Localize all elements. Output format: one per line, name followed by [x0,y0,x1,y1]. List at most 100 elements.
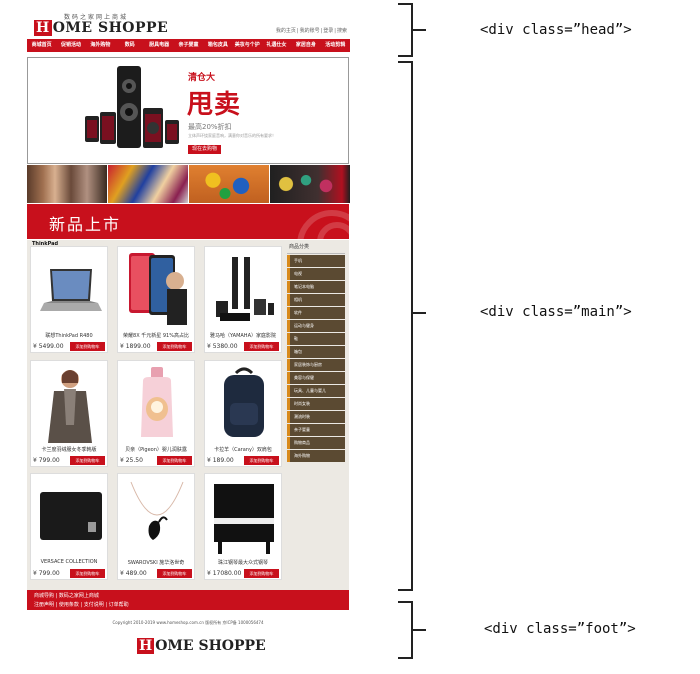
product-name[interactable]: 卡兰度羽绒服女冬季韩版 [31,446,107,453]
logo-text: OME SHOPPE [52,20,169,36]
logo-letter: H [137,638,155,654]
wallet-image [40,492,102,540]
nav-item[interactable]: 商城首页 [27,39,56,52]
copyright-text: Copyright 2010-2019 www.homeshop.com.cn … [112,620,264,625]
phone-image [129,253,187,325]
add-to-cart-button[interactable]: 添加到购物车 [244,569,279,578]
product-name[interactable]: 联想ThinkPad R480 [31,332,107,339]
category-item[interactable]: 手机 [287,255,345,267]
category-title: 商品分类 [287,242,345,254]
product-name[interactable]: 荣耀8X 千元新星 91%高占比 [118,332,194,339]
category-item[interactable]: 海外购物 [287,450,345,462]
nav-item[interactable]: 海外购物 [86,39,115,52]
product-card[interactable]: 贝亲（Pigeon）婴儿润肤露 ¥ 25.50 添加到购物车 [117,360,195,467]
site-page: 数码之家网上商城 H OME SHOPPE 我的主页|我的账号|登录|搜索 商城首… [27,8,350,593]
category-item[interactable]: 购物商品 [287,437,345,449]
nav-item[interactable]: 数码 [115,39,144,52]
nav-item[interactable]: 促销活动 [56,39,85,52]
nav-item[interactable]: 礼遇仕女 [262,39,291,52]
category-image-strip [27,165,350,203]
lotion-image [141,367,173,437]
promo-banner[interactable]: 清仓大 甩卖 最高20%折扣 立体声环绕家庭音响，满意你对音乐的所有要求！ 现在… [27,57,349,164]
footer-logo[interactable]: H OME SHOPPE [137,638,266,654]
foot-bracket [398,601,426,659]
nav-item[interactable]: 家居自身 [291,39,320,52]
backpack-image [224,367,264,437]
top-link[interactable]: 我的主页 [276,28,296,34]
nav-item[interactable]: 亲子婴童 [174,39,203,52]
nav-item[interactable]: 箱包皮具 [203,39,232,52]
category-item[interactable]: 箱包 [287,346,345,358]
clothing-image[interactable] [27,165,107,203]
product-name[interactable]: 雅马哈（YAMAHA）家庭影院 [205,332,281,339]
top-link[interactable]: 我的账号 [300,28,320,34]
add-to-cart-button[interactable]: 添加到购物车 [244,342,279,351]
nav-item[interactable]: 美妆与个护 [233,39,262,52]
shop-now-button[interactable]: 现在去购物 [188,145,221,154]
new-arrivals-title: 新品上市 [49,215,122,234]
add-to-cart-button[interactable]: 添加到购物车 [70,456,105,465]
laptop-image [40,269,102,311]
new-arrivals-banner: 新品上市 [27,204,349,239]
product-name[interactable]: 珠江钢琴最大众式钢琴 [205,559,281,566]
category-item[interactable]: 运动与健身 [287,320,345,332]
product-card[interactable]: VERSACE COLLECTION ¥ 799.00 添加到购物车 [30,473,108,580]
content-area: ThinkPad 联想ThinkPad R480 ¥ 5499.00 添加到购物… [27,240,349,593]
add-to-cart-button[interactable]: 添加到购物车 [157,456,192,465]
product-card[interactable]: 珠江钢琴最大众式钢琴 ¥ 17080.00 添加到购物车 [204,473,282,580]
home-theater-image [216,257,274,321]
product-name[interactable]: 卡拉羊（Carany）双肩包 [205,446,281,453]
banner-title: 甩卖 [187,90,242,120]
product-price: ¥ 5499.00 [33,343,64,350]
top-link[interactable]: 登录 [323,28,333,34]
product-card[interactable]: 卡拉羊（Carany）双肩包 ¥ 189.00 添加到购物车 [204,360,282,467]
nav-item[interactable]: 厨具电器 [144,39,173,52]
product-name[interactable]: 贝亲（Pigeon）婴儿润肤露 [118,446,194,453]
product-price: ¥ 5380.00 [207,343,238,350]
category-item[interactable]: 鞋 [287,333,345,345]
category-sidebar: 商品分类 手机 电视 笔记本电脑 相机 软件 运动与健身 鞋 箱包 家居装饰与厨… [287,242,345,462]
nav-item[interactable]: 活动剪辑 [321,39,350,52]
product-price: ¥ 799.00 [33,457,60,464]
logo-text: OME SHOPPE [155,638,266,654]
product-card[interactable]: 卡兰度羽绒服女冬季韩版 ¥ 799.00 添加到购物车 [30,360,108,467]
add-to-cart-button[interactable]: 添加到购物车 [70,569,105,578]
add-to-cart-button[interactable]: 添加到购物车 [157,569,192,578]
category-item[interactable]: 潮流时装 [287,411,345,423]
category-item[interactable]: 笔记本电脑 [287,281,345,293]
footer-bar: 商城导购 | 数码之家网上商城 注册声明 | 使用条款 | 支付说明 | 订单帮… [27,590,349,610]
category-item[interactable]: 相机 [287,294,345,306]
category-item[interactable]: 电视 [287,268,345,280]
add-to-cart-button[interactable]: 添加到购物车 [244,456,279,465]
category-item[interactable]: 时尚女装 [287,398,345,410]
footer-links-primary[interactable]: 商城导购 | 数码之家网上商城 [34,592,99,599]
product-card[interactable]: 联想ThinkPad R480 ¥ 5499.00 添加到购物车 [30,246,108,353]
head-section: 数码之家网上商城 H OME SHOPPE 我的主页|我的账号|登录|搜索 商城首… [27,8,350,52]
piano-image [214,484,274,554]
fabric-image[interactable] [108,165,188,203]
top-link[interactable]: 搜索 [337,28,347,34]
category-item[interactable]: 亲子婴童 [287,424,345,436]
product-card[interactable]: 雅马哈（YAMAHA）家庭影院 ¥ 5380.00 添加到购物车 [204,246,282,353]
add-to-cart-button[interactable]: 添加到购物车 [157,342,192,351]
product-price: ¥ 799.00 [33,570,60,577]
product-name[interactable]: SWAROVSKI 施华洛世奇 [118,559,194,566]
category-item[interactable]: 玩具、儿童与婴儿 [287,385,345,397]
logo-wordmark: H OME SHOPPE [34,20,168,36]
add-to-cart-button[interactable]: 添加到购物车 [70,342,105,351]
banner-kicker: 清仓大 [188,73,216,83]
toys-image[interactable] [189,165,269,203]
category-item[interactable]: 家居装饰与厨房 [287,359,345,371]
category-item[interactable]: 美容与保健 [287,372,345,384]
coat-image [48,370,92,443]
main-bracket [398,61,426,591]
speaker-system-image [85,66,179,148]
banner-description: 立体声环绕家庭音响，满意你对音乐的所有要求！ [188,133,276,138]
product-price: ¥ 489.00 [120,570,147,577]
product-name[interactable]: VERSACE COLLECTION [31,559,107,565]
footer-links-secondary[interactable]: 注册声明 | 使用条款 | 支付说明 | 订单帮助 [34,601,129,608]
category-item[interactable]: 软件 [287,307,345,319]
product-card[interactable]: SWAROVSKI 施华洛世奇 ¥ 489.00 添加到购物车 [117,473,195,580]
cosmetics-image[interactable] [270,165,350,203]
product-card[interactable]: 荣耀8X 千元新星 91%高占比 ¥ 1899.00 添加到购物车 [117,246,195,353]
